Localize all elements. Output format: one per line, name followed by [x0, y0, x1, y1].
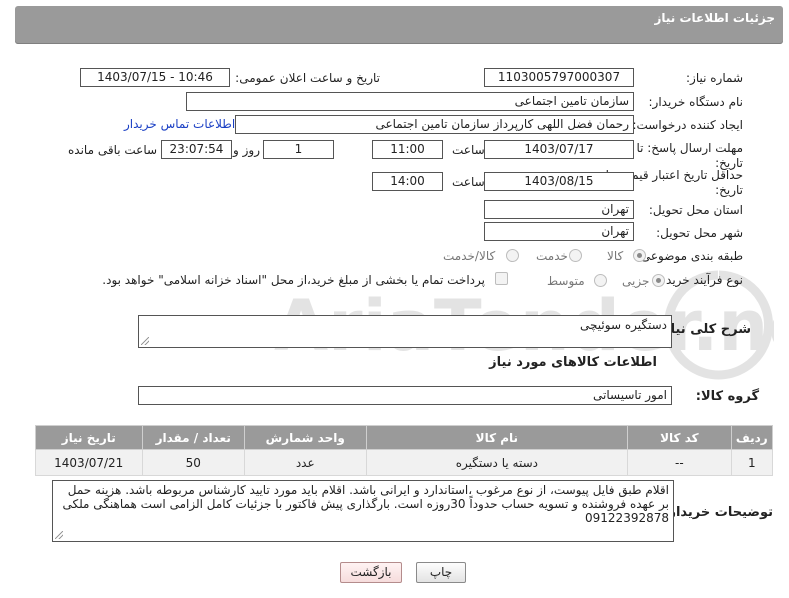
cell-qty: 50 — [141, 449, 245, 476]
goods-table: ردیف کد کالا نام کالا واحد شمارش تعداد /… — [35, 425, 774, 476]
price-validity-label-2: تاریخ: — [715, 183, 743, 197]
print-button[interactable]: چاپ — [416, 562, 466, 583]
purchase-radio-minor[interactable] — [652, 274, 665, 287]
goods-section-title: اطلاعات کالاهای مورد نیاز — [489, 355, 657, 370]
reply-time-label: ساعت — [452, 143, 485, 157]
category-radio-goods-service[interactable] — [506, 249, 519, 262]
purchase-type-label: نوع فرآیند خرید : — [658, 273, 743, 287]
description-textarea[interactable]: دستگیره سوئیچی — [138, 315, 672, 348]
col-qty: تعداد / مقدار — [141, 425, 245, 450]
validity-date-field: 1403/08/15 — [484, 172, 634, 191]
buyer-notes-textarea[interactable]: اقلام طبق فایل پیوست، از نوع مرغوب ،استا… — [52, 480, 674, 542]
cell-unit: عدد — [243, 449, 367, 476]
reply-deadline-label: مهلت ارسال پاسخ: تا — [636, 141, 743, 155]
days-label: روز و — [233, 143, 260, 157]
announce-label: تاریخ و ساعت اعلان عمومی: — [235, 71, 380, 85]
reply-time-field: 11:00 — [372, 140, 443, 159]
purchase-option-medium: متوسط — [547, 274, 585, 288]
province-field: تهران — [484, 200, 634, 219]
province-label: استان محل تحویل: — [648, 203, 743, 217]
goods-table-header: ردیف کد کالا نام کالا واحد شمارش تعداد /… — [35, 425, 774, 450]
category-radio-service[interactable] — [569, 249, 582, 262]
payment-note: پرداخت تمام یا بخشی از مبلغ خرید،از محل … — [102, 273, 485, 287]
category-label: طبقه بندی موضوعی: — [636, 249, 743, 263]
goods-group-label: گروه کالا: — [695, 389, 759, 404]
validity-time-label: ساعت — [452, 175, 485, 189]
validity-time-field: 14:00 — [372, 172, 443, 191]
col-unit: واحد شمارش — [243, 425, 367, 450]
days-field: 1 — [263, 140, 334, 159]
col-name: نام کالا — [365, 425, 629, 450]
page-title: جزئیات اطلاعات نیاز — [654, 11, 775, 25]
resize-grip-icon[interactable] — [55, 531, 63, 539]
resize-grip-icon[interactable] — [141, 337, 149, 345]
table-row: 1 -- دسته یا دستگیره عدد 50 1403/07/21 — [35, 449, 774, 476]
purchase-radio-medium[interactable] — [594, 274, 607, 287]
col-row: ردیف — [730, 425, 774, 450]
category-option-service: خدمت — [536, 249, 568, 263]
category-radio-goods[interactable] — [633, 249, 646, 262]
requester-field: رحمان فضل اللهی کارپرداز سازمان تامین اج… — [235, 115, 634, 134]
treasury-checkbox[interactable] — [495, 272, 508, 285]
goods-group-field: امور تاسیساتی — [138, 386, 672, 405]
col-date: تاریخ نیاز — [35, 425, 143, 450]
requester-label: ایجاد کننده درخواست: — [632, 118, 743, 132]
buyer-org-field: سازمان تامین اجتماعی — [186, 92, 634, 111]
reply-date-field: 1403/07/17 — [484, 140, 634, 159]
buyer-notes-label: توضیحات خریدار: — [663, 505, 773, 520]
remaining-time-field: 23:07:54 — [161, 140, 232, 159]
cell-row: 1 — [730, 449, 774, 476]
category-option-goods: کالا — [607, 249, 624, 263]
remaining-label: ساعت باقی مانده — [68, 143, 158, 157]
city-label: شهر محل تحویل: — [656, 226, 743, 240]
col-code: کد کالا — [627, 425, 732, 450]
purchase-option-minor: جزیی — [622, 274, 650, 288]
back-button[interactable]: بازگشت — [340, 562, 402, 583]
buyer-notes-text: اقلام طبق فایل پیوست، از نوع مرغوب ،استا… — [62, 483, 669, 525]
cell-date: 1403/07/21 — [35, 449, 143, 476]
city-field: تهران — [484, 222, 634, 241]
cell-name: دسته یا دستگیره — [365, 449, 629, 476]
announce-field: 1403/07/15 - 10:46 — [80, 68, 230, 87]
need-number-field: 1103005797000307 — [484, 68, 634, 87]
cell-code: -- — [627, 449, 732, 476]
need-number-label: شماره نیاز: — [686, 71, 743, 85]
buyer-contact-link[interactable]: اطلاعات تماس خریدار — [124, 117, 235, 131]
category-option-goods-service: کالا/خدمت — [443, 249, 496, 263]
description-text: دستگیره سوئیچی — [580, 318, 667, 332]
buyer-org-label: نام دستگاه خریدار: — [648, 95, 744, 109]
